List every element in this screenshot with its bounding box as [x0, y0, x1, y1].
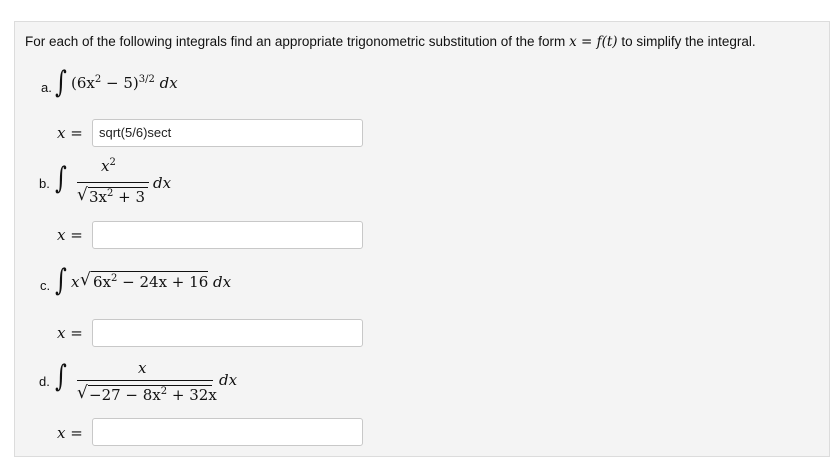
c-sqrt-bar [91, 271, 208, 272]
answer-c-eq: = [65, 324, 83, 342]
c-lead: x [71, 273, 80, 291]
b-fraction-bar [77, 182, 149, 183]
a-open: (6x [71, 74, 95, 92]
c-rad-a: 6x [93, 273, 112, 291]
a-dx: dx [154, 74, 178, 92]
d-sqrt-icon: √ [77, 383, 88, 403]
answer-d-label: x = [57, 424, 83, 442]
integral-sign-a: ∫ [55, 65, 67, 100]
answer-b-eq: = [65, 226, 83, 244]
answer-d-input[interactable] [92, 418, 363, 446]
answer-a-input[interactable]: sqrt(5/6)sect [92, 119, 363, 147]
form-lhs: x [569, 34, 577, 50]
form-rhs: f(t) [596, 34, 618, 50]
answer-b-input[interactable] [92, 221, 363, 249]
problem-c-letter: c. [40, 278, 51, 293]
d-num: x [138, 359, 147, 377]
a-pow: 3/2 [138, 74, 155, 85]
d-fraction-bar [77, 380, 213, 381]
instruction-suffix: to simplify the integral. [621, 34, 756, 49]
c-dx: dx [208, 273, 232, 291]
integral-sign-d: ∫ [55, 359, 67, 394]
answer-b-label: x = [57, 226, 83, 244]
problem-b-letter: b. [39, 176, 50, 191]
d-denominator: −27 − 8x2 + 32x [89, 386, 217, 404]
integral-sign-b: ∫ [55, 161, 67, 196]
question-panel: For each of the following integrals find… [14, 21, 830, 457]
problem-c-expression: x [71, 273, 79, 291]
d-den-a: −27 − 8x [89, 386, 161, 404]
integral-sign-c: ∫ [55, 263, 67, 298]
instruction-lead: For each of the following integrals find… [25, 34, 566, 49]
d-numerator: x [138, 359, 146, 377]
instruction-text: For each of the following integrals find… [25, 34, 756, 50]
problem-a-expression: (6x2 − 5)3/2 dx [71, 74, 178, 92]
d-den-b: + 32x [167, 386, 217, 404]
problem-a-letter: a. [41, 80, 52, 95]
answer-a-label: x = [57, 124, 83, 142]
d-dx: dx [219, 371, 238, 389]
b-denominator: 3x2 + 3 [89, 188, 145, 206]
form-eq: = [576, 34, 597, 50]
answer-c-input[interactable] [92, 319, 363, 347]
b-den-b: + 3 [113, 188, 146, 206]
c-sqrt-icon: √ [80, 270, 91, 290]
answer-a-eq: = [65, 124, 83, 142]
b-num-sq: 2 [109, 157, 116, 168]
b-numerator: x2 [101, 157, 116, 175]
c-radicand: 6x2 − 24x + 16 dx [93, 273, 231, 291]
c-rad-b: − 24x + 16 [117, 273, 209, 291]
answer-c-label: x = [57, 324, 83, 342]
problem-d-letter: d. [39, 374, 50, 389]
b-dx: dx [153, 174, 172, 192]
answer-d-eq: = [65, 424, 83, 442]
b-den-a: 3x [89, 188, 108, 206]
b-sqrt-icon: √ [77, 185, 88, 205]
a-mid: − 5) [101, 74, 139, 92]
